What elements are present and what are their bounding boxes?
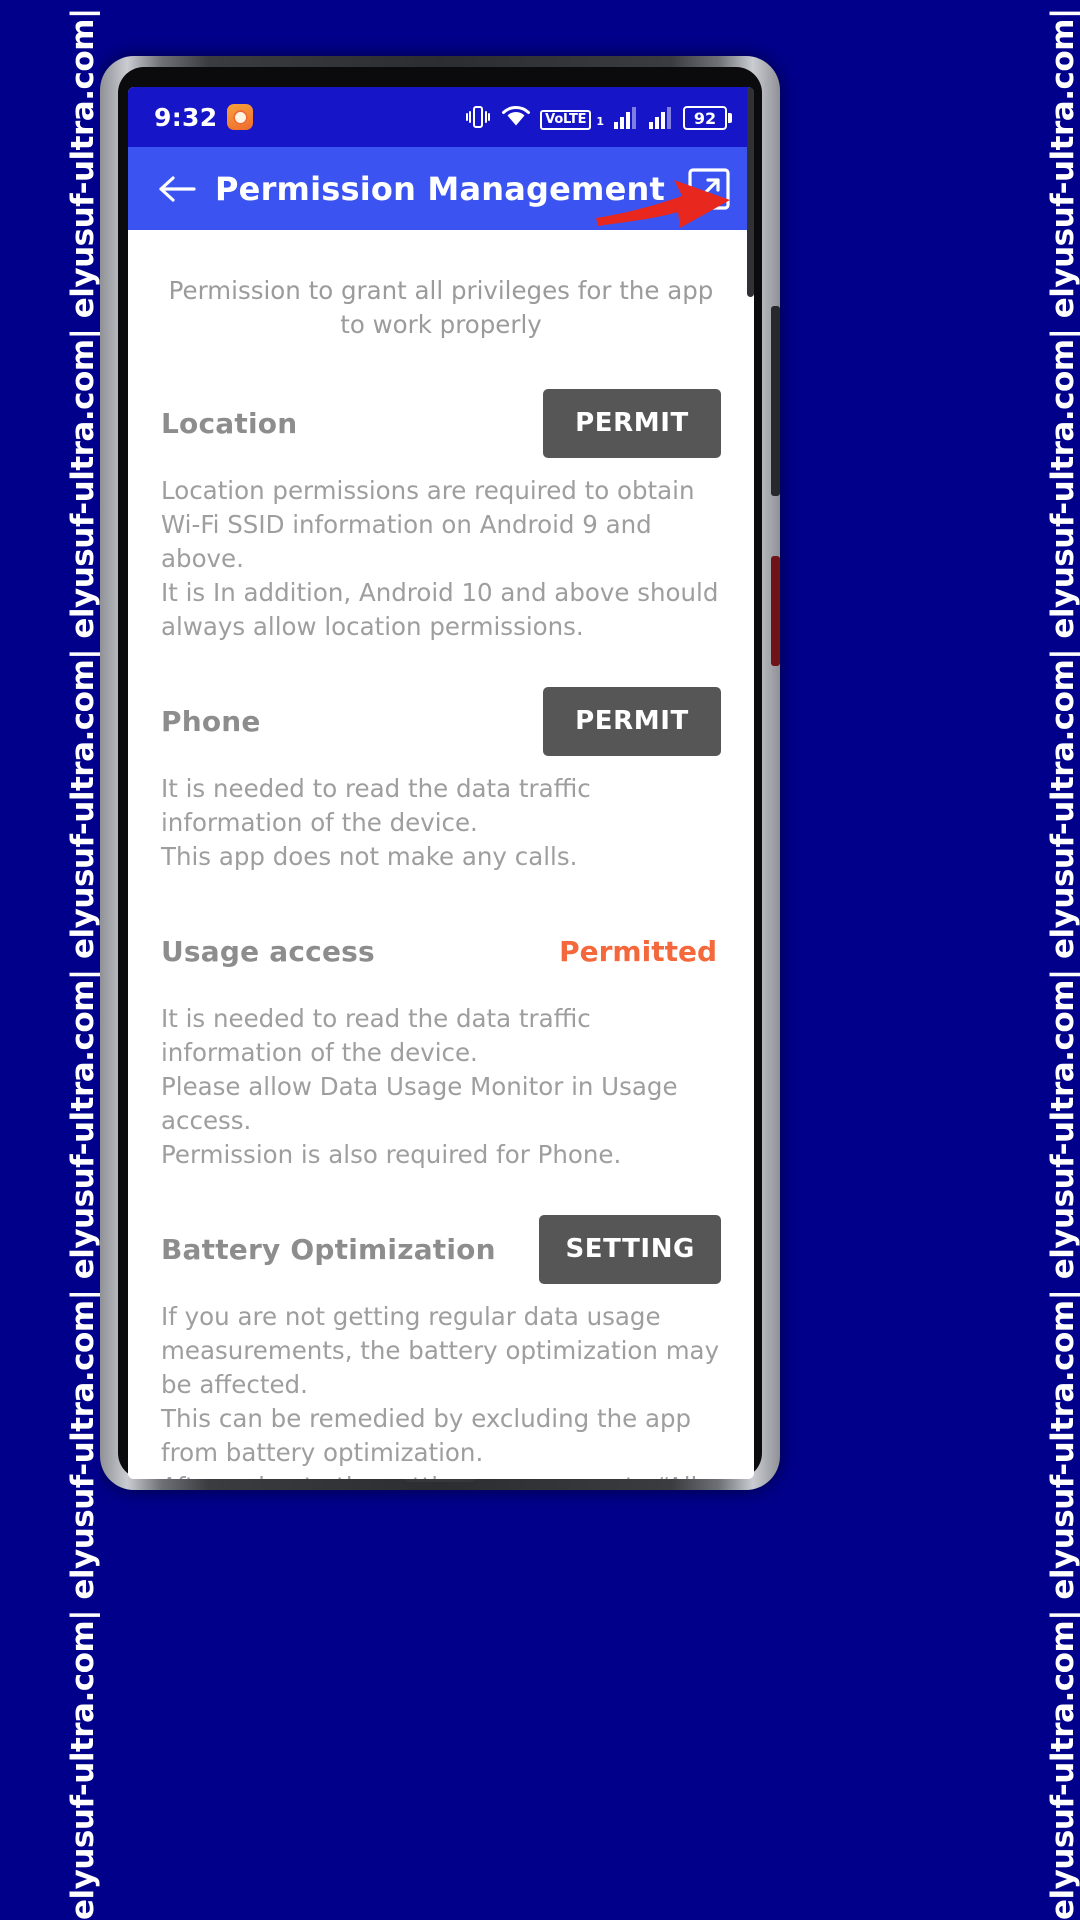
- watermark-text: elyusuf-ultra.com| elyusuf-ultra.com| el…: [65, 0, 100, 1920]
- volte-sim-index: 1: [596, 115, 604, 128]
- page-title: Permission Management: [215, 169, 665, 208]
- volte-indicator: VoLTE: [540, 110, 592, 130]
- status-bar-right: VoLTE 1 92: [464, 104, 732, 130]
- status-bar: 9:32 VoLTE 1 92: [128, 87, 754, 147]
- alarm-clock-icon: [227, 104, 254, 130]
- status-badge-usage-access: Permitted: [559, 934, 717, 968]
- watermark-text: elyusuf-ultra.com| elyusuf-ultra.com| el…: [1045, 0, 1080, 1920]
- permission-description: If you are not getting regular data usag…: [161, 1302, 720, 1479]
- status-bar-left: 9:32: [154, 102, 254, 132]
- permission-description: It is needed to read the data traffic in…: [161, 774, 591, 871]
- signal-bars-icon: [649, 107, 671, 129]
- permission-row-location: Location PERMIT: [161, 386, 721, 460]
- intro-text: Permission to grant all privileges for t…: [168, 276, 714, 339]
- phone-screen: 9:32 VoLTE 1 92 Permission Management Pe…: [128, 87, 754, 1479]
- open-in-new-icon[interactable]: [686, 166, 732, 212]
- permission-title: Usage access: [161, 934, 375, 968]
- wifi-icon: [502, 105, 531, 126]
- permission-title: Location: [161, 406, 298, 440]
- permission-row-usage-access: Usage access Permitted: [161, 914, 721, 988]
- app-bar: Permission Management: [128, 147, 754, 230]
- battery-level-label: 92: [683, 106, 727, 130]
- battery-icon: 92: [683, 106, 732, 130]
- permission-row-phone: Phone PERMIT: [161, 684, 721, 758]
- permit-button-location[interactable]: PERMIT: [543, 388, 721, 458]
- watermark-rail-right: elyusuf-ultra.com| elyusuf-ultra.com| el…: [980, 0, 1080, 1920]
- power-hardware-button[interactable]: [771, 556, 780, 666]
- battery-cap: [728, 113, 732, 123]
- setting-button-battery-optimization[interactable]: SETTING: [539, 1214, 721, 1284]
- permission-title: Battery Optimization: [161, 1232, 496, 1266]
- watermark-rail-left: elyusuf-ultra.com| elyusuf-ultra.com| el…: [0, 0, 100, 1920]
- permission-description: It is needed to read the data traffic in…: [161, 1004, 678, 1169]
- vibrate-icon: [466, 106, 491, 128]
- permission-list: Permission to grant all privileges for t…: [128, 230, 754, 1479]
- signal-bars-icon: [614, 107, 636, 129]
- back-arrow-icon[interactable]: [154, 169, 200, 209]
- permission-title: Phone: [161, 704, 261, 738]
- permit-button-phone[interactable]: PERMIT: [543, 686, 721, 756]
- scrollbar-thumb[interactable]: [747, 87, 754, 297]
- volume-hardware-button[interactable]: [771, 306, 780, 496]
- permission-description: Location permissions are required to obt…: [161, 476, 719, 641]
- permission-row-battery-optimization: Battery Optimization SETTING: [161, 1212, 721, 1286]
- status-time: 9:32: [154, 102, 218, 132]
